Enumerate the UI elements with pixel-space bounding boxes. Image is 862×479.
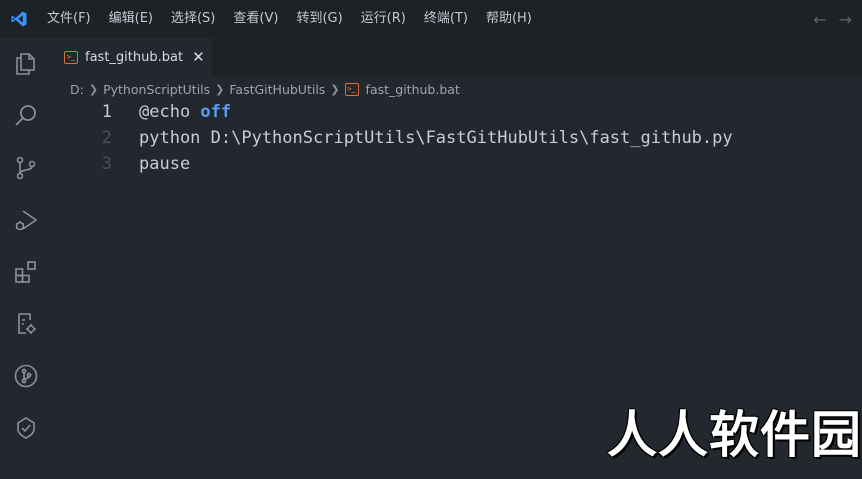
menu-selection[interactable]: 选择(S) (162, 0, 224, 38)
menu-terminal[interactable]: 终端(T) (415, 0, 477, 38)
back-arrow-icon[interactable]: ← (813, 10, 826, 29)
line-number: 1 (101, 102, 112, 122)
line-content: pause (139, 154, 191, 174)
source-control-icon[interactable] (12, 154, 40, 182)
line-content: python D:\PythonScriptUtils\FastGitHubUt… (139, 128, 733, 148)
testing-icon[interactable] (12, 414, 40, 442)
line-number: 3 (101, 154, 112, 174)
breadcrumb-file[interactable]: fast_github.bat (366, 82, 460, 97)
navigation-arrows: ← → (813, 0, 852, 38)
menu-file[interactable]: 文件(F) (38, 0, 100, 38)
menu-run[interactable]: 运行(R) (352, 0, 415, 38)
code-line[interactable]: 1 @echo off (52, 99, 812, 125)
git-graph-icon[interactable] (12, 362, 40, 390)
tab-label: fast_github.bat (85, 49, 184, 65)
vscode-logo-icon (0, 0, 38, 38)
title-bar: 文件(F) 编辑(E) 选择(S) 查看(V) 转到(G) 运行(R) 终端(T… (0, 0, 862, 38)
close-icon[interactable]: ✕ (192, 49, 205, 65)
chevron-right-icon: ❯ (88, 82, 99, 96)
run-debug-icon[interactable] (12, 206, 40, 234)
menu-edit[interactable]: 编辑(E) (100, 0, 162, 38)
breadcrumb-drive[interactable]: D: (70, 82, 84, 97)
breadcrumb-folder-pythonscriptutils[interactable]: PythonScriptUtils (103, 82, 210, 97)
menu-bar: 文件(F) 编辑(E) 选择(S) 查看(V) 转到(G) 运行(R) 终端(T… (38, 0, 541, 38)
code-line[interactable]: 3 pause (52, 151, 812, 177)
breadcrumb-folder-fastgithubutils[interactable]: FastGitHubUtils (229, 82, 325, 97)
chevron-right-icon: ❯ (330, 82, 340, 96)
line-content: @echo off (139, 102, 232, 122)
search-icon[interactable] (12, 102, 40, 130)
menu-help[interactable]: 帮助(H) (477, 0, 541, 38)
menu-view[interactable]: 查看(V) (224, 0, 287, 38)
breadcrumb: D: ❯ PythonScriptUtils ❯ FastGitHubUtils… (70, 78, 460, 100)
keyword-token: off (200, 102, 232, 122)
activity-bar (0, 38, 52, 479)
bat-file-icon: >_ (64, 50, 78, 64)
code-line[interactable]: 2 python D:\PythonScriptUtils\FastGitHub… (52, 125, 812, 151)
tab-bar: >_ fast_github.bat ✕ (52, 38, 862, 76)
forward-arrow-icon[interactable]: → (839, 10, 852, 29)
chevron-right-icon: ❯ (215, 82, 225, 96)
extensions-icon[interactable] (12, 258, 40, 286)
line-number: 2 (101, 128, 112, 148)
tab-fast-github-bat[interactable]: >_ fast_github.bat ✕ (52, 38, 212, 76)
remote-explorer-icon[interactable] (12, 310, 40, 338)
bat-file-icon: >_ (344, 82, 359, 96)
watermark-logo: 人人软件园 (607, 406, 862, 464)
menu-go[interactable]: 转到(G) (287, 0, 351, 38)
explorer-icon[interactable] (12, 50, 40, 78)
